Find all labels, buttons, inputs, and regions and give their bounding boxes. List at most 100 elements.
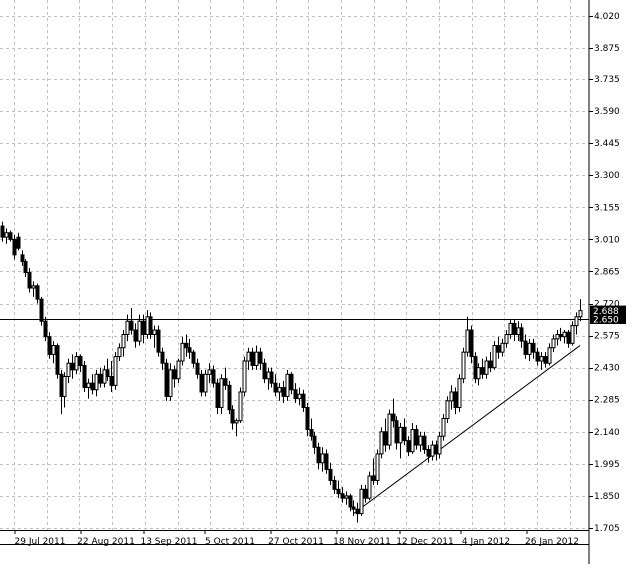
candle <box>156 325 161 357</box>
candle-body <box>488 360 493 369</box>
candle-body <box>137 320 142 342</box>
candle-body <box>496 345 501 353</box>
candle <box>227 380 232 415</box>
candle-body <box>47 336 52 355</box>
candle-body <box>269 371 274 384</box>
y-tick-label: 3.735 <box>594 75 620 85</box>
candle-body <box>570 325 575 344</box>
candle-body <box>289 373 294 391</box>
candle <box>242 356 247 397</box>
candle-body <box>141 320 146 335</box>
candle-body <box>375 453 380 481</box>
x-tick-label: 4 Jan 2012 <box>462 537 510 547</box>
candle-body <box>309 429 314 437</box>
candle-body <box>227 384 232 411</box>
candle-body <box>234 420 239 424</box>
candle-body <box>562 331 567 338</box>
y-tick-label: 2.575 <box>594 332 620 342</box>
candle-body <box>523 340 528 355</box>
candle-body <box>105 369 110 378</box>
candle-body <box>31 285 36 289</box>
x-tick-label: 29 Jul 2011 <box>15 537 66 547</box>
candle-body <box>426 448 431 457</box>
candle <box>39 296 44 326</box>
candle-body <box>531 342 536 353</box>
candle-body <box>90 382 95 391</box>
candle <box>379 427 384 459</box>
candle-body <box>418 435 423 446</box>
candle-body <box>191 351 196 364</box>
candle <box>359 484 364 516</box>
candle-body <box>43 320 48 338</box>
candle-body <box>476 367 481 380</box>
candle <box>441 414 446 441</box>
candle-body <box>402 426 407 442</box>
candle-body <box>441 418 446 437</box>
candle-body <box>51 345 56 355</box>
candle <box>82 361 87 392</box>
x-tick-label: 12 Dec 2011 <box>396 537 454 547</box>
candle-body <box>336 488 341 495</box>
candle-body <box>262 362 267 380</box>
candle <box>461 347 466 384</box>
candle-body <box>320 453 325 464</box>
candle-body <box>39 298 44 322</box>
candlestick-chart: 4.020 3.875 3.735 3.590 3.445 3.300 3.155 3.010… <box>0 0 633 564</box>
candle-body <box>273 382 278 393</box>
candle-body <box>316 446 321 464</box>
candle-body <box>258 351 263 364</box>
candle-body <box>27 272 32 289</box>
candle-body <box>184 342 189 349</box>
candle-body <box>422 435 427 450</box>
candle-body <box>98 373 103 384</box>
candle-body <box>305 406 310 431</box>
candle-body <box>164 362 169 397</box>
candle-body <box>547 347 552 364</box>
candle-body <box>23 260 28 274</box>
candle-body <box>512 322 517 335</box>
candle-body <box>246 351 251 362</box>
candle-body <box>66 362 71 378</box>
candle-body <box>277 387 282 393</box>
candle-body <box>387 413 392 446</box>
candle-body <box>359 488 364 515</box>
candle-body <box>437 435 442 455</box>
candle-body <box>453 391 458 408</box>
candle-body <box>574 316 579 327</box>
candle-body <box>480 367 485 375</box>
candle-body <box>156 329 161 353</box>
y-tick-label: 3.875 <box>594 44 620 54</box>
candle-body <box>109 376 114 386</box>
candle-body <box>70 362 75 371</box>
candle-body <box>449 391 454 402</box>
candle <box>199 369 204 397</box>
candle-body <box>344 495 349 499</box>
candle-body <box>406 440 411 453</box>
candle-body <box>492 345 497 369</box>
candle-body <box>74 356 79 371</box>
candle-body <box>129 320 134 331</box>
candle-body <box>371 475 376 481</box>
candle-body <box>328 468 333 481</box>
candle-body <box>484 360 489 375</box>
candle <box>367 471 372 501</box>
candle-body <box>20 254 25 262</box>
candle-body <box>578 310 583 318</box>
candle-body <box>414 429 419 446</box>
level-price-tag: 2.650 <box>590 313 626 325</box>
candle-body <box>12 238 17 256</box>
candle-body <box>297 393 302 400</box>
candle-body <box>445 400 450 420</box>
y-tick-label: 3.445 <box>594 139 620 149</box>
candle-body <box>78 356 83 366</box>
candle-body <box>312 435 317 448</box>
candle-body <box>551 338 556 349</box>
y-tick-label: 3.300 <box>594 171 620 181</box>
candle <box>375 449 380 485</box>
candle-body <box>324 453 329 470</box>
candle-body <box>215 382 220 408</box>
candle-body <box>133 329 138 342</box>
candle <box>387 409 392 450</box>
candle-body <box>203 373 208 393</box>
chart-canvas: 4.020 3.875 3.735 3.590 3.445 3.300 3.155 3.010… <box>0 0 633 564</box>
